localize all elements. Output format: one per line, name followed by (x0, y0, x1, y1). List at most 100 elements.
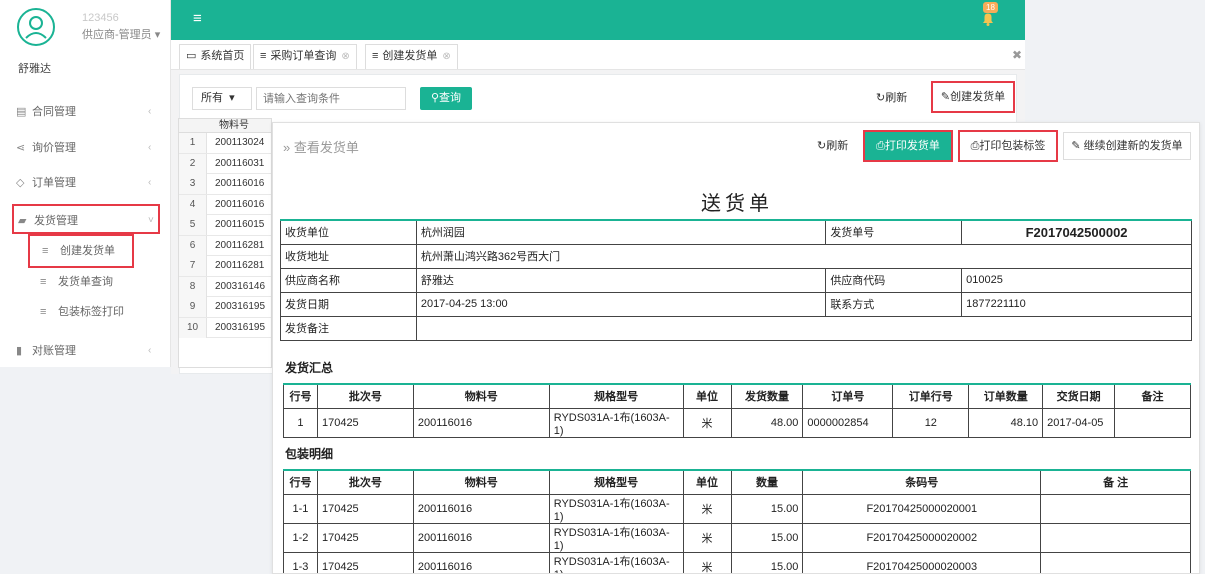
tab-create-delivery[interactable]: ≡ 创建发货单 ⊗ (365, 44, 458, 69)
monitor-icon: ▭ (186, 50, 197, 62)
table-row[interactable]: 1 200113024 (179, 133, 271, 154)
row-number: 7 (179, 256, 207, 276)
address-value: 杭州萧山鸿兴路362号西大门 (415, 243, 1193, 269)
doc-no-label: 发货单号 (825, 219, 963, 245)
table-header-row: 行号 批次号 物料号 规格型号 单位 数量 条码号 备 注 (283, 469, 1191, 495)
table-cell: 1-1 (283, 493, 318, 524)
material-no: 200316146 (215, 280, 266, 292)
table-row[interactable]: 2 200116031 (179, 153, 271, 174)
column-header: 物料号 (412, 469, 550, 495)
sidebar-subitem-delivery-query[interactable]: ≡ 发货单查询 (28, 268, 148, 296)
search-input[interactable] (256, 87, 406, 110)
search-button-label: 查询 (439, 92, 462, 104)
table-row: 发货备注 (280, 315, 1193, 341)
search-button[interactable]: ⚲查询 (420, 87, 472, 110)
material-no: 200116281 (215, 239, 265, 251)
material-no: 200116016 (215, 178, 265, 189)
table-row[interactable]: 8 200316146 (179, 276, 271, 297)
table-cell: 米 (682, 407, 732, 438)
diamond-icon: ◇ (16, 177, 25, 189)
row-number: 8 (179, 276, 207, 297)
supplier-label: 供应商名称 (280, 267, 417, 293)
grid-header: 物料号 (179, 119, 271, 133)
print-delivery-button[interactable]: ⎙打印发货单 (863, 130, 953, 162)
material-no: 200316195 (215, 321, 266, 333)
table-cell: 170425 (316, 407, 414, 438)
sidebar-subitem-create-delivery[interactable]: ≡ 创建发货单 (28, 234, 134, 268)
refresh-button[interactable]: ↻刷新 (876, 87, 907, 110)
sidebar-item-label: 对账管理 (32, 345, 76, 357)
table-row[interactable]: 5 200116015 (179, 215, 271, 236)
notification-badge: 18 (983, 2, 998, 13)
table-row[interactable]: 6 200116281 (179, 235, 271, 256)
close-icon[interactable]: ⊗ (442, 51, 450, 62)
menu-toggle-icon[interactable]: ≡ (193, 10, 202, 27)
sidebar-subitem-label-print[interactable]: ≡ 包装标签打印 (28, 298, 148, 326)
summary-title: 发货汇总 (285, 361, 334, 375)
table-cell: 15.00 (730, 522, 804, 553)
row-number: 9 (179, 297, 207, 317)
table-cell: 1-2 (283, 522, 318, 553)
tab-label: 采购订单查询 (270, 50, 337, 62)
material-grid: 物料号 1 200113024 2 200116031 3 200116016 4 20… (178, 118, 272, 368)
refresh-button[interactable]: ↻刷新 (817, 137, 848, 153)
column-header: 交货日期 (1042, 383, 1116, 409)
contact-value: 1877221110 (961, 291, 1192, 317)
table-row[interactable]: 4 200116016 (179, 194, 271, 215)
sidebar-item-inquiry[interactable]: ⋖ 询价管理 ‹ (0, 133, 171, 163)
edit-icon: ✎ (940, 91, 951, 103)
tab-home[interactable]: ▭ 系统首页 (179, 44, 252, 69)
sidebar-item-shipping[interactable]: ▰ 发货管理 ˅ (12, 204, 160, 234)
column-header: 备 注 (1040, 469, 1191, 495)
create-delivery-button[interactable]: ✎创建发货单 (931, 81, 1015, 113)
close-icon[interactable]: ⊗ (341, 51, 349, 62)
list-icon: ≡ (40, 276, 47, 288)
create-delivery-button-label: 创建发货单 (950, 91, 1006, 103)
user-role-label: 供应商-管理员 (82, 29, 152, 41)
scope-select[interactable]: 所有 ▾ (192, 87, 252, 110)
continue-create-button-label: 继续创建新的发货单 (1083, 140, 1183, 152)
address-label: 收货地址 (280, 243, 417, 269)
continue-create-button[interactable]: ✎ 继续创建新的发货单 (1063, 132, 1191, 160)
sidebar-item-reconciliation[interactable]: ▮ 对账管理 ‹ (0, 336, 171, 366)
scope-select-value: 所有 (201, 92, 223, 104)
table-row[interactable]: 3 200116016 (179, 174, 271, 195)
table-row[interactable]: 7 200116281 (179, 256, 271, 277)
document-title: 送货单 (701, 193, 773, 215)
delivery-note-panel: » 查看发货单 ↻刷新 ⎙打印发货单 ⎙打印包装标签 ✎ 继续创建新的发货单 送… (272, 122, 1200, 574)
material-no: 200116015 (215, 219, 265, 230)
table-row: 1-3 170425 200116016 RYDS031A-1布(1603A-1… (283, 551, 1191, 573)
table-cell (1114, 407, 1191, 438)
note-value (415, 315, 1193, 341)
user-role-dropdown[interactable]: 供应商-管理员 ▾ (82, 26, 160, 42)
chevron-down-icon: ▾ (151, 29, 161, 41)
user-id: 123456 (82, 12, 119, 24)
row-number: 1 (179, 133, 207, 153)
table-cell: RYDS031A-1布(1603A-1) (548, 551, 684, 573)
double-chevron-right-icon: » (283, 140, 294, 155)
supplier-code-label: 供应商代码 (825, 267, 963, 293)
table-cell: 米 (682, 493, 732, 524)
tab-purchase-order-query[interactable]: ≡ 采购订单查询 ⊗ (253, 44, 357, 69)
summary-table: 行号 批次号 物料号 规格型号 单位 发货数量 订单号 订单行号 订单数量 交货… (283, 383, 1191, 438)
list-icon: ≡ (372, 50, 379, 62)
receiver-value: 杭州润园 (415, 219, 827, 245)
grid-header-label: 物料号 (219, 120, 249, 131)
table-row: 收货单位 杭州润园 发货单号 F2017042500002 (280, 219, 1192, 245)
column-header: 规格型号 (548, 383, 684, 409)
user-icon (25, 16, 47, 39)
column-header: 条码号 (802, 469, 1042, 495)
table-row[interactable]: 10 200316195 (179, 317, 271, 338)
table-row: 发货日期 2017-04-25 13:00 联系方式 1877221110 (280, 291, 1192, 317)
close-all-tabs-icon[interactable]: ✖ (1012, 48, 1022, 62)
sidebar-item-orders[interactable]: ◇ 订单管理 ‹ (0, 168, 171, 198)
table-cell: 170425 (316, 551, 414, 573)
sidebar-item-contract[interactable]: ▤ 合同管理 ‹ (0, 97, 171, 127)
avatar[interactable] (17, 8, 55, 46)
print-package-label-button[interactable]: ⎙打印包装标签 (958, 130, 1058, 162)
breadcrumb: » 查看发货单 (283, 137, 359, 156)
table-cell: F20170425000020001 (802, 493, 1042, 524)
table-row[interactable]: 9 200316195 (179, 297, 271, 318)
tab-bar: ▭ 系统首页 ≡ 采购订单查询 ⊗ ≡ 创建发货单 ⊗ ✖ (171, 40, 1025, 70)
print-package-label-button-label: 打印包装标签 (979, 140, 1046, 152)
